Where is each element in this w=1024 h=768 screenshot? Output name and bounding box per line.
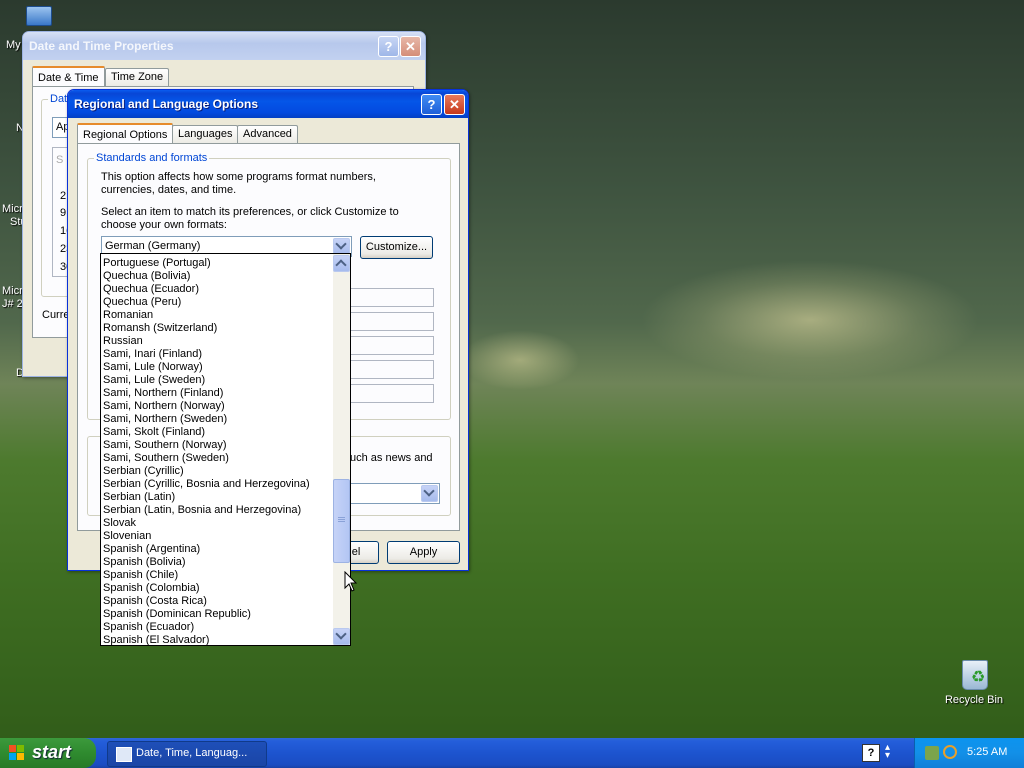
window-icon — [116, 747, 132, 762]
clock[interactable]: 5:25 AM — [967, 746, 1007, 758]
dropdown-item[interactable]: Spanish (Dominican Republic) — [103, 608, 251, 621]
tab-languages[interactable]: Languages — [172, 125, 239, 143]
dropdown-item[interactable]: Sami, Northern (Sweden) — [103, 413, 227, 426]
dropdown-item[interactable]: Russian — [103, 335, 143, 348]
combo-dropdown-button[interactable] — [421, 485, 438, 502]
dropdown-item[interactable]: Serbian (Cyrillic) — [103, 465, 184, 478]
scroll-thumb[interactable] — [333, 479, 350, 563]
close-button[interactable]: ✕ — [444, 94, 465, 115]
title-bar[interactable]: Date and Time Properties ? ✕ — [23, 32, 425, 60]
taskbar-window-button[interactable]: Date, Time, Languag... — [107, 741, 267, 767]
my-computer-icon[interactable] — [22, 2, 56, 30]
title-bar[interactable]: Regional and Language Options ? ✕ — [68, 90, 468, 118]
window-title: Regional and Language Options — [74, 97, 259, 111]
taskbar: start Date, Time, Languag... ? ▴ ▾ 5:25 A… — [0, 738, 1024, 768]
scroll-up-button[interactable] — [333, 255, 350, 272]
chevron-down-icon — [423, 485, 435, 497]
dropdown-item[interactable]: Serbian (Cyrillic, Bosnia and Herzegovin… — [103, 478, 310, 491]
search-icon[interactable] — [943, 745, 957, 759]
location-description-fragment: uch as news and — [350, 452, 433, 464]
dropdown-item[interactable]: Spanish (Costa Rica) — [103, 595, 207, 608]
sample-time-field — [350, 336, 434, 355]
sample-currency-field — [350, 312, 434, 331]
tab-date-time[interactable]: Date & Time — [32, 66, 105, 88]
locale-dropdown-list[interactable]: Portuguese (Portugal) Quechua (Bolivia) Qu… — [100, 253, 351, 646]
help-button[interactable]: ? — [421, 94, 442, 115]
dropdown-item[interactable]: Spanish (Bolivia) — [103, 556, 186, 569]
date-group-label: Dat — [48, 93, 70, 105]
chevron-up-icon — [335, 259, 347, 271]
sample-long-date-field — [350, 384, 434, 403]
current-time-zone-label: Curre — [42, 309, 70, 321]
dropdown-item[interactable]: Slovenian — [103, 530, 151, 543]
help-button[interactable]: ? — [378, 36, 399, 57]
customize-button[interactable]: Customize... — [360, 236, 433, 259]
dropdown-item[interactable]: Spanish (Chile) — [103, 569, 178, 582]
dropdown-item[interactable]: Sami, Lule (Norway) — [103, 361, 203, 374]
help-icon[interactable]: ? — [862, 744, 880, 762]
window-title: Date and Time Properties — [29, 39, 174, 53]
my-computer-label: My — [6, 39, 21, 51]
start-button[interactable]: start — [0, 738, 96, 768]
taskbar-window-label: Date, Time, Languag... — [136, 747, 248, 759]
dropdown-item[interactable]: Slovak — [103, 517, 136, 530]
grip-line — [338, 521, 345, 522]
mouse-cursor-icon — [344, 571, 358, 592]
bin-body: ♻ — [962, 660, 988, 690]
formats-description: This option affects how some programs fo… — [101, 171, 376, 196]
calendar-day: 2 — [60, 190, 67, 202]
sample-short-date-field — [350, 360, 434, 379]
monitor-icon — [26, 6, 52, 26]
dropdown-item[interactable]: Sami, Southern (Norway) — [103, 439, 227, 452]
dropdown-item[interactable]: Portuguese (Portugal) — [103, 257, 211, 270]
start-label: start — [32, 742, 72, 762]
calendar-day: S — [56, 154, 64, 166]
scroll-down-button[interactable] — [333, 628, 350, 645]
recycle-arrows-icon: ♻ — [971, 669, 986, 686]
dropdown-item[interactable]: Sami, Northern (Norway) — [103, 400, 225, 413]
select-item-instructions: Select an item to match its preferences,… — [101, 206, 399, 231]
locale-value: German (Germany) — [105, 240, 201, 252]
dropdown-item[interactable]: Sami, Lule (Sweden) — [103, 374, 205, 387]
grip-line — [338, 517, 345, 518]
system-tray: 5:25 AM — [914, 738, 1024, 768]
close-button[interactable]: ✕ — [400, 36, 421, 57]
tab-regional-options[interactable]: Regional Options — [77, 123, 173, 145]
language-bar-arrows-icon[interactable]: ▴ ▾ — [885, 743, 890, 761]
dropdown-item[interactable]: Sami, Northern (Finland) — [103, 387, 223, 400]
apply-button[interactable]: Apply — [387, 541, 460, 564]
location-combo[interactable] — [350, 483, 440, 504]
standards-group-label: Standards and formats — [94, 152, 210, 164]
dropdown-item[interactable]: Sami, Skolt (Finland) — [103, 426, 205, 439]
grip-line — [338, 519, 345, 520]
tab-time-zone[interactable]: Time Zone — [105, 68, 170, 86]
dropdown-item[interactable]: Spanish (Colombia) — [103, 582, 200, 595]
recycle-bin-label: Recycle Bin — [944, 694, 1004, 706]
dropdown-item[interactable]: Quechua (Ecuador) — [103, 283, 199, 296]
dropdown-item[interactable]: Quechua (Peru) — [103, 296, 181, 309]
sky-glow-small — [460, 330, 580, 390]
tab-advanced[interactable]: Advanced — [237, 125, 298, 143]
dropdown-item[interactable]: Romanian — [103, 309, 153, 322]
dropdown-item[interactable]: Romansh (Switzerland) — [103, 322, 217, 335]
sky-glow — [640, 260, 980, 380]
dropdown-item[interactable]: Sami, Inari (Finland) — [103, 348, 202, 361]
dropdown-item[interactable]: Sami, Southern (Sweden) — [103, 452, 229, 465]
dropdown-item[interactable]: Spanish (Argentina) — [103, 543, 200, 556]
windows-logo-icon — [9, 745, 25, 761]
recycle-bin-icon[interactable]: ♻ — [958, 656, 990, 690]
chevron-down-icon — [335, 238, 347, 250]
chevron-down-icon — [335, 628, 347, 640]
desktop-label-fragment: J# 2 — [2, 298, 23, 310]
dropdown-item[interactable]: Spanish (El Salvador) — [103, 634, 209, 645]
sample-number-field — [350, 288, 434, 307]
dropdown-item[interactable]: Spanish (Ecuador) — [103, 621, 194, 634]
dropdown-item[interactable]: Serbian (Latin, Bosnia and Herzegovina) — [103, 504, 301, 517]
dropdown-item[interactable]: Quechua (Bolivia) — [103, 270, 190, 283]
network-icon[interactable] — [925, 746, 939, 760]
dropdown-item[interactable]: Serbian (Latin) — [103, 491, 175, 504]
calendar-day: 9 — [60, 207, 67, 219]
